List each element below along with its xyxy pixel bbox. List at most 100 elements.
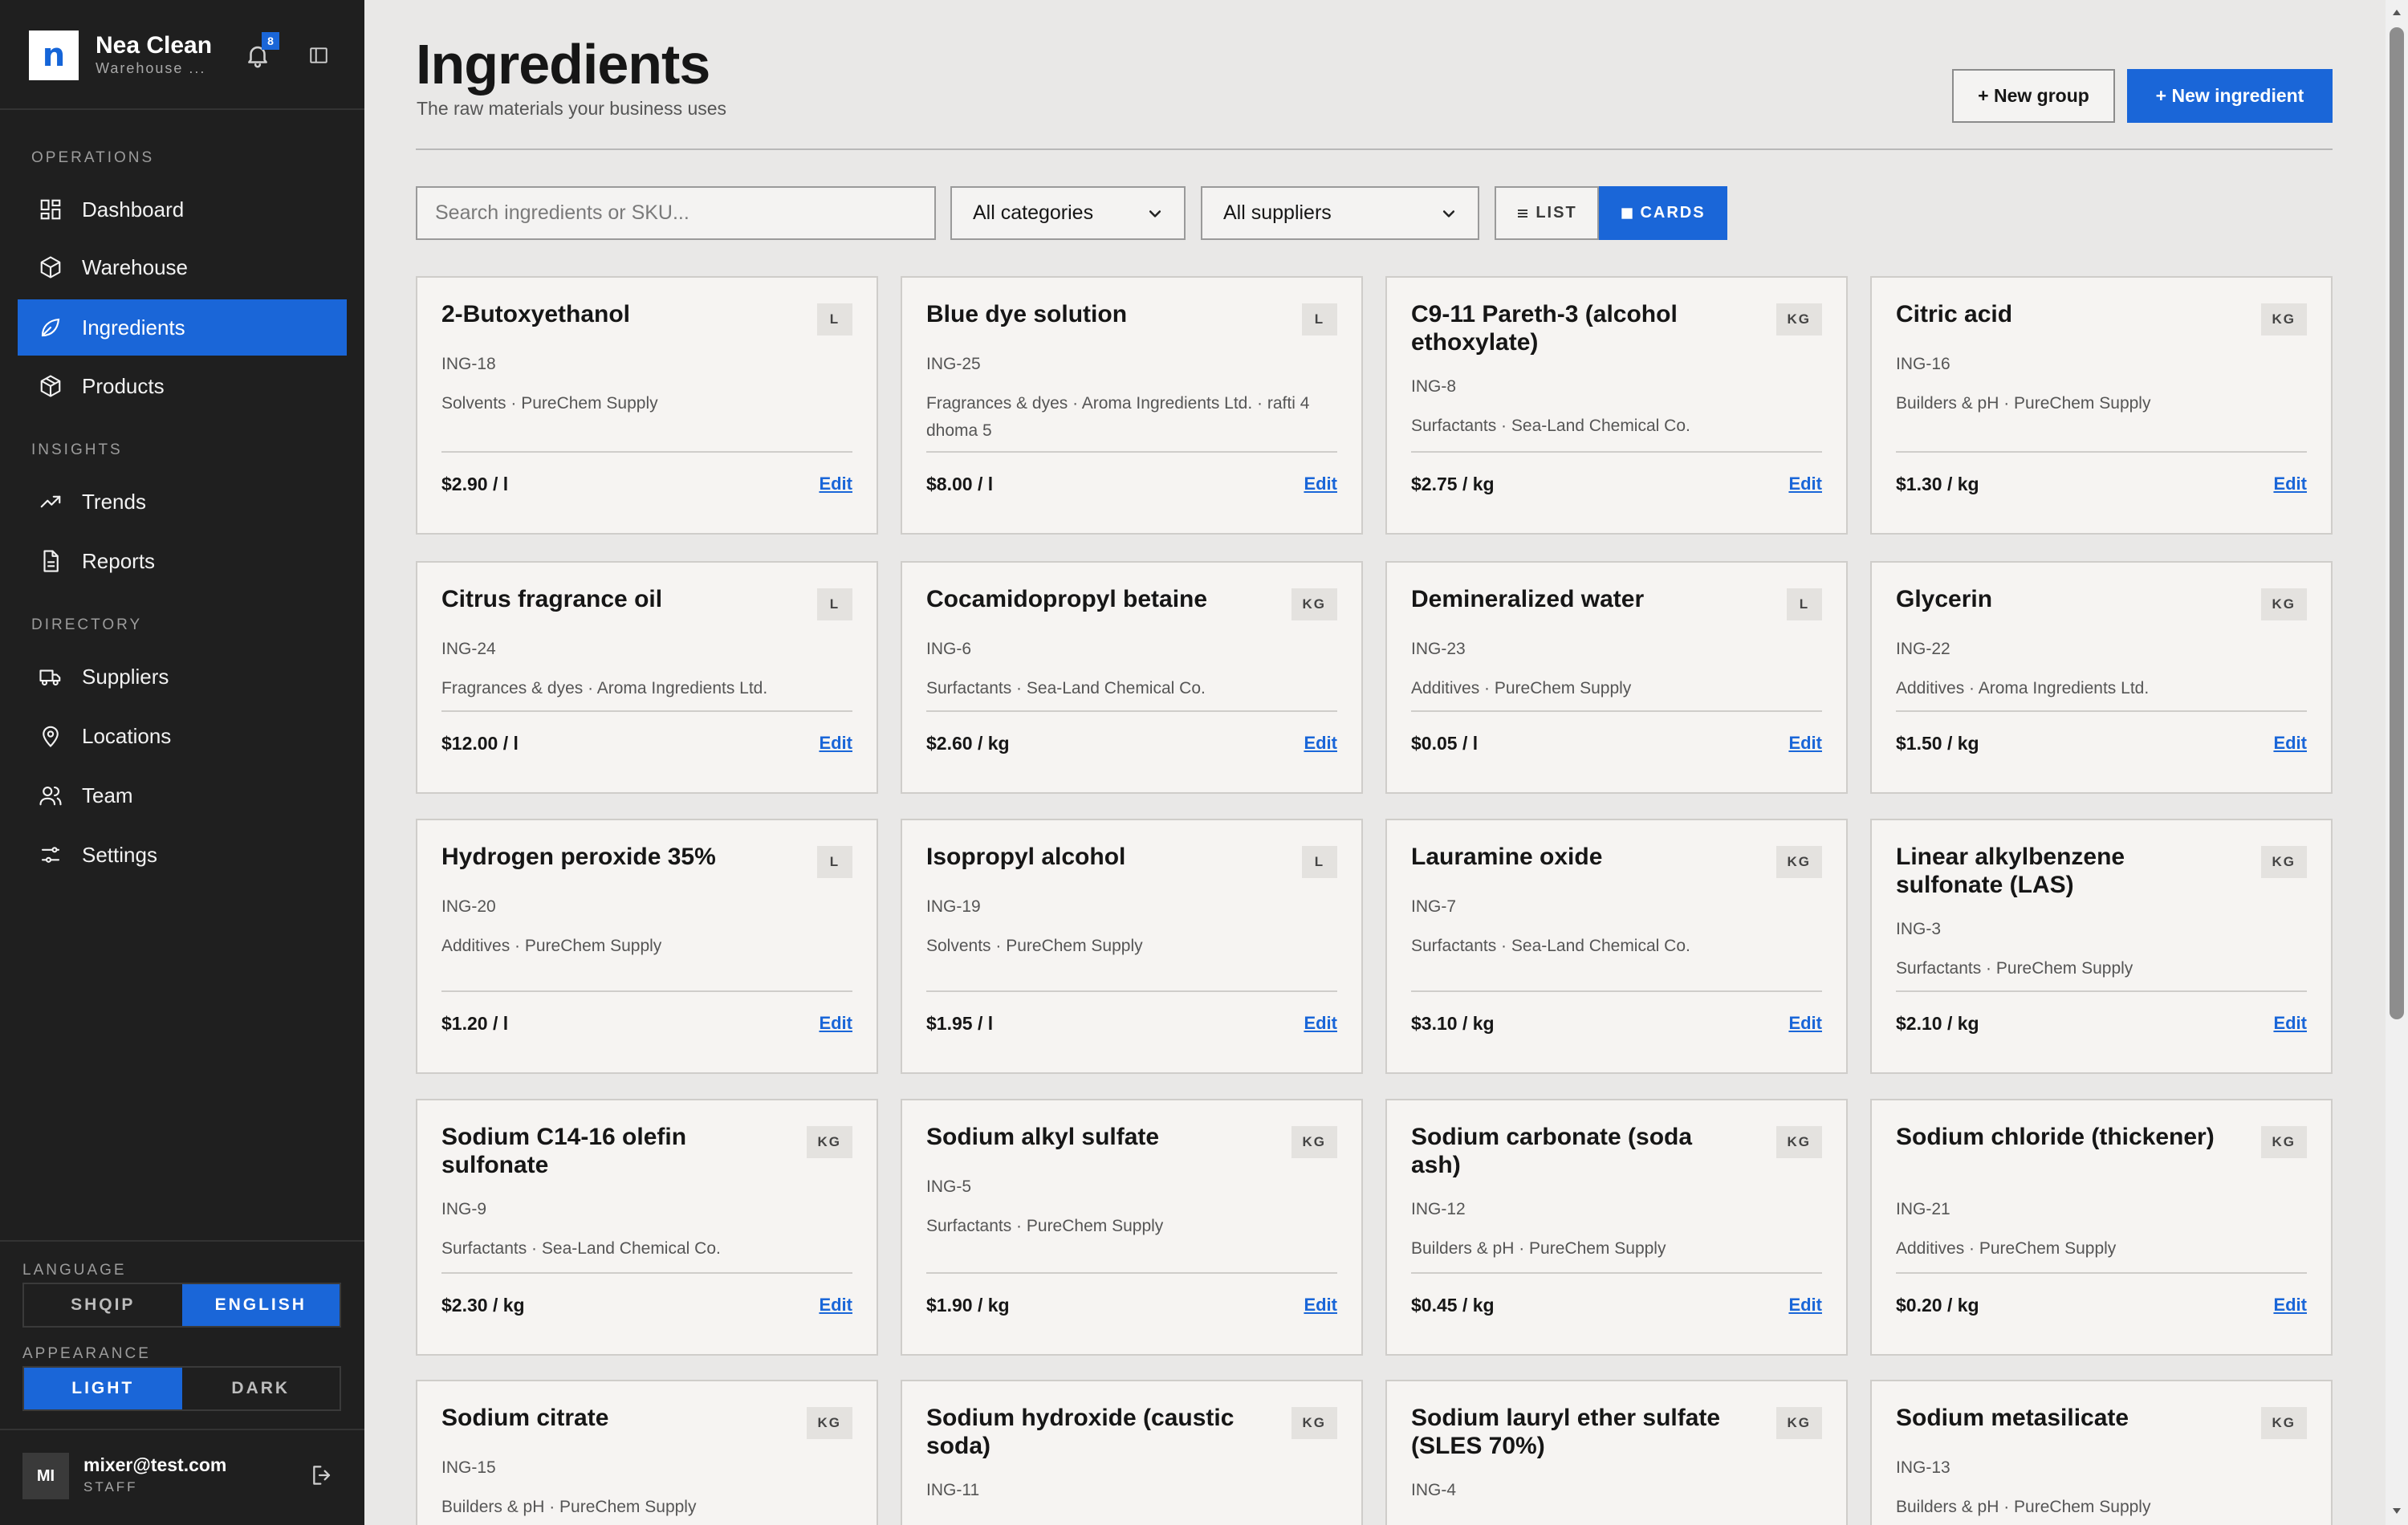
sidebar-item-warehouse[interactable]: Warehouse <box>18 239 347 295</box>
ingredient-price: $1.50 / kg <box>1896 733 1979 754</box>
app-logo[interactable]: n <box>29 31 79 80</box>
ingredient-card[interactable]: Isopropyl alcohol L ING-19 Solvents · PureC… <box>901 819 1363 1074</box>
sidebar-item-ingredients[interactable]: Ingredients <box>18 299 347 356</box>
edit-link[interactable]: Edit <box>2273 1013 2307 1034</box>
ingredient-card[interactable]: Sodium metasilicate KG ING-13 Builders & pH… <box>1870 1380 2333 1525</box>
sidebar-item-label: Ingredients <box>82 315 185 340</box>
edit-link[interactable]: Edit <box>1788 1013 1822 1034</box>
edit-link[interactable]: Edit <box>2273 474 2307 494</box>
leaf-icon <box>41 318 60 337</box>
appearance-option-dark[interactable]: DARK <box>182 1368 340 1409</box>
ingredient-card[interactable]: Sodium C14-16 olefin sulfonate KG ING-9 Sur… <box>416 1099 878 1356</box>
edit-link[interactable]: Edit <box>819 474 852 494</box>
edit-link[interactable]: Edit <box>819 1295 852 1316</box>
edit-link[interactable]: Edit <box>2273 1295 2307 1316</box>
scroll-up-arrow-icon[interactable] <box>2390 6 2403 19</box>
ingredient-price: $2.60 / kg <box>926 733 1010 754</box>
package-icon <box>40 375 61 397</box>
scrollbar-thumb[interactable] <box>2390 27 2404 1019</box>
sidebar-item-label: Settings <box>82 842 157 867</box>
card-divider <box>1411 1272 1822 1274</box>
ingredient-price: $12.00 / l <box>441 733 519 754</box>
ingredient-card[interactable]: Cocamidopropyl betaine KG ING-6 Surfactants… <box>901 561 1363 794</box>
ingredient-card[interactable]: Demineralized water L ING-23 Additives · Pu… <box>1385 561 1848 794</box>
ingredient-category-supplier: Additives · PureChem Supply <box>1896 1239 2117 1258</box>
edit-link[interactable]: Edit <box>1304 1295 1337 1316</box>
sidebar-item-reports[interactable]: Reports <box>18 533 347 589</box>
ingredient-name: Sodium carbonate (soda ash) <box>1411 1124 1693 1178</box>
ingredient-card[interactable]: Glycerin KG ING-22 Additives · Aroma Ingred… <box>1870 561 2333 794</box>
sidebar-item-dashboard[interactable]: Dashboard <box>18 181 347 238</box>
unit-badge: L <box>1787 588 1822 620</box>
sidebar-item-locations[interactable]: Locations <box>18 708 347 764</box>
ingredient-card[interactable]: 2-Butoxyethanol L ING-18 Solvents · PureChe… <box>416 276 878 535</box>
ingredient-category-supplier: Surfactants · Sea-Land Chemical Co. <box>1411 937 1690 955</box>
ingredient-card[interactable]: Sodium hydroxide (caustic soda) KG ING-11 <box>901 1380 1363 1525</box>
view-list-button[interactable]: LIST <box>1495 186 1599 240</box>
ingredient-sku: ING-7 <box>1411 897 1457 916</box>
sidebar-toggle-icon[interactable] <box>308 45 329 66</box>
edit-link[interactable]: Edit <box>1788 733 1822 754</box>
card-divider <box>926 1272 1337 1274</box>
unit-badge: KG <box>2260 1407 2307 1439</box>
brand-name: Nea Clean <box>96 32 213 59</box>
edit-link[interactable]: Edit <box>2273 733 2307 754</box>
card-divider <box>1896 990 2307 992</box>
ingredient-card[interactable]: Hydrogen peroxide 35% L ING-20 Additives · … <box>416 819 878 1074</box>
search-input[interactable] <box>416 186 936 240</box>
appearance-label: APPEARANCE <box>22 1345 151 1362</box>
edit-link[interactable]: Edit <box>819 1013 852 1034</box>
category-select[interactable]: All categories <box>950 186 1186 240</box>
language-option-english[interactable]: ENGLISH <box>181 1284 340 1326</box>
ingredient-card[interactable]: Citric acid KG ING-16 Builders & pH · PureC… <box>1870 276 2333 535</box>
edit-link[interactable]: Edit <box>1304 474 1337 494</box>
edit-link[interactable]: Edit <box>1788 474 1822 494</box>
edit-link[interactable]: Edit <box>1304 733 1337 754</box>
language-option-shqip[interactable]: SHQIP <box>24 1284 182 1326</box>
ingredient-name: Cocamidopropyl betaine <box>926 586 1208 612</box>
sidebar-item-trends[interactable]: Trends <box>18 474 347 530</box>
ingredient-price: $8.00 / l <box>926 474 994 494</box>
scroll-down-arrow-icon[interactable] <box>2390 1504 2403 1517</box>
new-group-button[interactable]: + New group <box>1952 69 2115 123</box>
header-divider <box>416 148 2333 150</box>
ingredient-card[interactable]: Sodium citrate KG ING-15 Builders & pH · Pu… <box>416 1380 878 1525</box>
sidebar-item-suppliers[interactable]: Suppliers <box>18 649 347 705</box>
appearance-option-light[interactable]: LIGHT <box>24 1368 182 1409</box>
ingredient-card[interactable]: Sodium chloride (thickener) KG ING-21 Addit… <box>1870 1099 2333 1356</box>
ingredient-sku: ING-23 <box>1411 640 1466 658</box>
logout-icon[interactable] <box>310 1462 336 1488</box>
ingredient-card[interactable]: Blue dye solution L ING-25 Fragrances & dye… <box>901 276 1363 535</box>
edit-link[interactable]: Edit <box>819 733 852 754</box>
unit-badge: KG <box>2260 1126 2307 1158</box>
ingredient-card[interactable]: Citrus fragrance oil L ING-24 Fragrances & … <box>416 561 878 794</box>
ingredient-sku: ING-20 <box>441 897 496 916</box>
ingredient-card[interactable]: Sodium carbonate (soda ash) KG ING-12 Build… <box>1385 1099 1848 1356</box>
sidebar-item-team[interactable]: Team <box>18 767 347 824</box>
edit-link[interactable]: Edit <box>1304 1013 1337 1034</box>
user-email: mixer@test.com <box>83 1454 227 1475</box>
new-ingredient-button[interactable]: + New ingredient <box>2127 69 2333 123</box>
view-list-label: LIST <box>1536 204 1577 222</box>
view-cards-button[interactable]: CARDS <box>1599 186 1727 240</box>
ingredient-sku: ING-5 <box>926 1177 972 1196</box>
edit-link[interactable]: Edit <box>1788 1295 1822 1316</box>
card-divider <box>926 451 1337 453</box>
ingredient-sku: ING-24 <box>441 640 496 658</box>
sidebar-item-settings[interactable]: Settings <box>18 827 347 883</box>
ingredient-sku: ING-12 <box>1411 1200 1466 1218</box>
ingredient-card[interactable]: Lauramine oxide KG ING-7 Surfactants · Sea-… <box>1385 819 1848 1074</box>
ingredient-price: $0.05 / l <box>1411 733 1479 754</box>
ingredient-category-supplier: Solvents · PureChem Supply <box>926 937 1143 955</box>
unit-badge: KG <box>1291 1407 1337 1439</box>
sidebar-item-label: Reports <box>82 548 156 573</box>
ingredient-card[interactable]: Sodium lauryl ether sulfate (SLES 70%) KG… <box>1385 1380 1848 1525</box>
ingredient-card[interactable]: Linear alkylbenzene sulfonate (LAS) KG ING… <box>1870 819 2333 1074</box>
ingredient-card[interactable]: C9-11 Pareth-3 (alcohol ethoxylate) KG ING… <box>1385 276 1848 535</box>
users-icon <box>39 786 62 806</box>
sidebar-item-products[interactable]: Products <box>18 358 347 414</box>
supplier-select[interactable]: All suppliers <box>1201 186 1479 240</box>
unit-badge: L <box>1302 303 1337 336</box>
ingredient-category-supplier: Fragrances & dyes · Aroma Ingredients Lt… <box>441 679 768 697</box>
ingredient-card[interactable]: Sodium alkyl sulfate KG ING-5 Surfactants ·… <box>901 1099 1363 1356</box>
